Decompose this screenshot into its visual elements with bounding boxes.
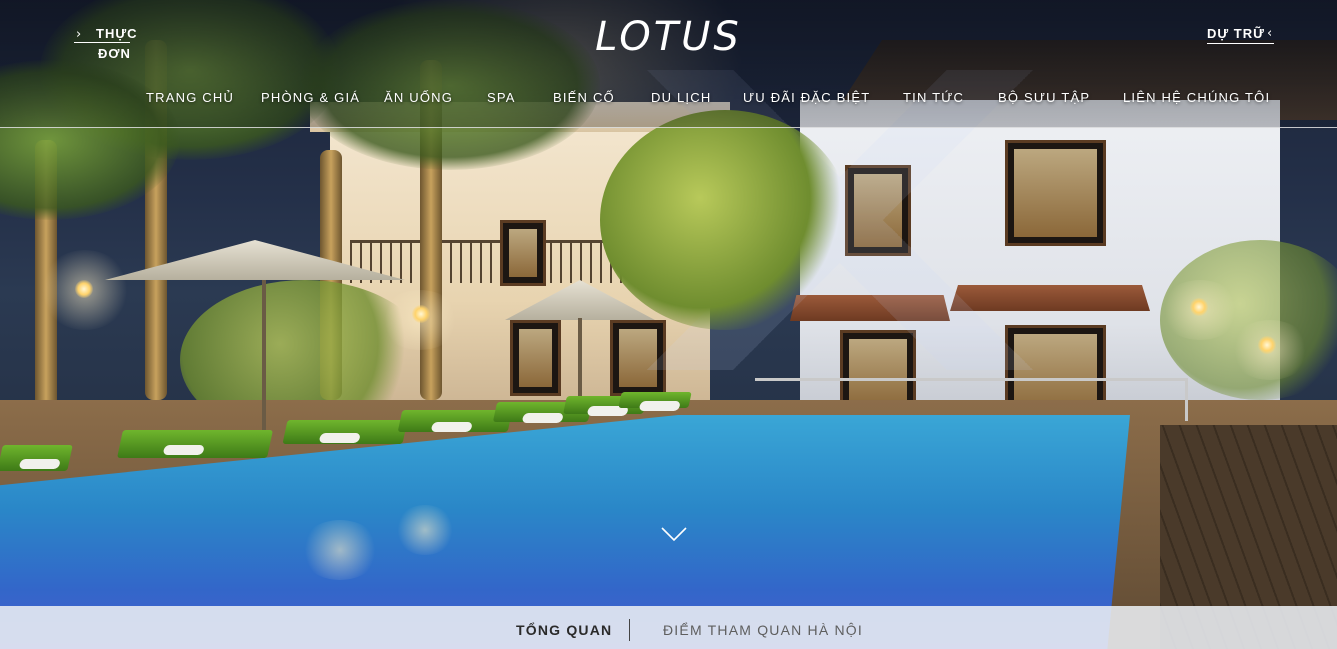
chevron-left-icon: ‹ [1267,26,1273,41]
nav-item-spa[interactable]: SPA [487,90,516,105]
reserve-button[interactable]: DỰ TRỮ ‹ [1207,24,1277,46]
garden-lamp [1190,298,1208,316]
main-nav: TRANG CHỦ PHÒNG & GIÁ ĂN UỐNG SPA BIẾN C… [0,90,1337,110]
tab-divider [629,619,630,641]
tab-overview[interactable]: TỔNG QUAN [516,622,612,638]
pool-railing [755,378,1188,421]
sun-lounger [0,445,73,471]
frangipani-tree [600,110,850,330]
site-logo[interactable]: LOTUS [0,14,1337,60]
garden-lamp [1258,336,1276,354]
site-header: › THỰC ĐƠN LOTUS DỰ TRỮ ‹ TRANG CHỦ PHÒN… [0,0,1337,128]
nav-item-gallery[interactable]: BỘ SƯU TẬP [998,90,1090,105]
nav-item-news[interactable]: TIN TỨC [903,90,964,105]
nav-item-home[interactable]: TRANG CHỦ [146,90,234,105]
garden-lamp [75,280,93,298]
sun-lounger [282,420,408,444]
section-tab-bar: TỔNG QUAN ĐIỂM THAM QUAN HÀ NỘI [0,606,1337,649]
nav-item-dining[interactable]: ĂN UỐNG [384,90,453,105]
nav-item-events[interactable]: BIẾN CỐ [553,90,615,105]
chevron-down-icon [661,527,687,542]
tab-hanoi-attractions[interactable]: ĐIỂM THAM QUAN HÀ NỘI [663,622,863,638]
nav-item-rooms-rates[interactable]: PHÒNG & GIÁ [261,90,360,105]
nav-item-travel[interactable]: DU LỊCH [651,90,711,105]
nav-item-special-offers[interactable]: ƯU ĐÃI ĐẶC BIỆT [743,90,870,105]
scroll-down-button[interactable] [660,525,688,545]
nav-item-contact-us[interactable]: LIÊN HỆ CHÚNG TÔI [1123,90,1270,105]
sun-lounger [618,392,692,411]
sun-lounger [117,430,273,458]
reserve-label: DỰ TRỮ [1207,26,1265,41]
reserve-underline [1207,43,1274,44]
garden-lamp [412,305,430,323]
